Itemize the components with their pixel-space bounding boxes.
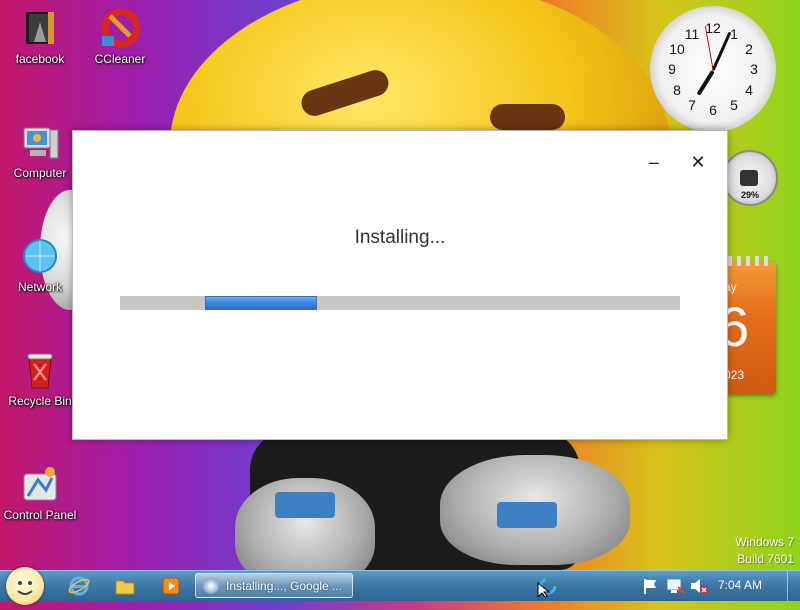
- progress-bar-fill: [205, 296, 317, 310]
- folder-icon[interactable]: [114, 575, 136, 597]
- recycle-bin-icon: [20, 350, 60, 390]
- clock-number: 1: [730, 26, 738, 42]
- clock-number: 12: [705, 20, 721, 36]
- progress-bar: [120, 296, 680, 310]
- desktop-icon-label: Recycle Bin: [8, 394, 72, 408]
- network-icon[interactable]: [664, 575, 686, 597]
- meter-percent: 29%: [740, 190, 759, 200]
- installer-app-icon: [203, 578, 219, 594]
- install-status-text: Installing...: [354, 227, 446, 248]
- tray-clock[interactable]: 7:04 AM: [718, 578, 762, 592]
- start-orb-icon[interactable]: [6, 567, 44, 605]
- desktop-icon-computer[interactable]: Computer: [0, 122, 80, 180]
- wallpaper-brow-right: [490, 104, 565, 130]
- taskbar-item-label: Installing..., Google ...: [226, 579, 343, 593]
- desktop-icon-label: Network: [17, 280, 62, 294]
- close-button[interactable]: ✕: [685, 149, 711, 175]
- calendar-gadget[interactable]: ay 6 023: [718, 256, 776, 394]
- desktop-icon-label: Computer: [13, 166, 67, 180]
- network-globe-icon: [20, 236, 60, 276]
- loading-cursor-icon: [536, 575, 558, 599]
- clock-number: 9: [668, 61, 676, 77]
- computer-icon: [20, 122, 60, 162]
- media-player-icon[interactable]: [160, 575, 182, 597]
- desktop-icon-ccleaner[interactable]: CCleaner: [80, 8, 160, 66]
- desktop-icon-recycle-bin[interactable]: Recycle Bin: [0, 350, 80, 408]
- volume-muted-icon[interactable]: [688, 575, 710, 597]
- clock-number: 5: [730, 97, 738, 113]
- clock-number: 2: [745, 41, 753, 57]
- windows-build-watermark: Windows 7 Build 7601: [735, 534, 794, 568]
- cpu-meter-gadget[interactable]: 29%: [722, 150, 778, 206]
- ccleaner-icon: [100, 8, 141, 48]
- clock-minute-hand: [711, 31, 732, 72]
- clock-hour-hand: [696, 69, 715, 96]
- desktop-icon-label: CCleaner: [94, 52, 146, 66]
- desktop-icon-network[interactable]: Network: [0, 236, 80, 294]
- taskbar: Installing..., Google ... 7:04 AM: [0, 567, 800, 605]
- clock-gadget[interactable]: 12 1 2 3 4 5 6 7 8 9 10 11: [650, 6, 776, 132]
- watermark-line-1: Windows 7: [735, 535, 794, 549]
- wallpaper-shoe-tag-right: [497, 502, 557, 528]
- clock-number: 6: [709, 102, 717, 118]
- minimize-button[interactable]: –: [641, 149, 667, 175]
- taskbar-installer-item[interactable]: Installing..., Google ...: [195, 573, 353, 598]
- desktop-icon-facebook[interactable]: facebook: [0, 8, 80, 66]
- clock-number: 4: [745, 82, 753, 98]
- clock-number: 3: [750, 61, 758, 77]
- desktop-icon-label: facebook: [15, 52, 65, 66]
- installer-window: – ✕ Installing...: [72, 130, 728, 440]
- clock-number: 7: [688, 97, 696, 113]
- desktop-icon-label: Control Panel: [3, 508, 77, 522]
- folder-icon: [20, 8, 60, 48]
- show-desktop-button[interactable]: [787, 571, 800, 601]
- flag-icon[interactable]: [640, 575, 662, 597]
- clock-number: 10: [669, 41, 685, 57]
- meter-chip-icon: [740, 170, 758, 186]
- desktop-icon-control-panel[interactable]: Control Panel: [0, 464, 80, 522]
- clock-number: 8: [673, 82, 681, 98]
- control-panel-icon: [20, 464, 60, 504]
- wallpaper-shoe-tag-left: [275, 492, 335, 518]
- watermark-line-2: Build 7601: [737, 552, 794, 566]
- internet-explorer-icon[interactable]: [68, 575, 90, 597]
- clock-number: 11: [684, 26, 700, 42]
- calendar-rings: [728, 256, 770, 266]
